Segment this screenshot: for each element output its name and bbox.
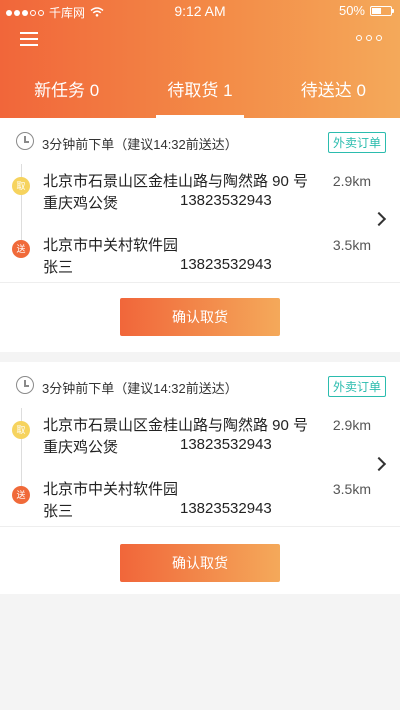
order-tabs: 新任务 0 待取货 1 待送达 0: [0, 76, 400, 118]
pickup-phone[interactable]: 13823532943: [180, 192, 272, 209]
battery-percent: 50%: [338, 3, 365, 18]
dropoff-phone[interactable]: 13823532943: [180, 500, 272, 517]
clock-icon: [16, 132, 34, 150]
dropoff-address: 北京市中关村软件园: [43, 481, 179, 498]
order-time: 3分钟前下单（建议14:32前送达）: [42, 137, 238, 152]
clock-icon: [16, 376, 34, 394]
dropoff-distance: 3.5km: [332, 237, 371, 253]
pickup-badge: 取: [12, 421, 30, 439]
dropoff-badge: 送: [12, 240, 30, 258]
dropoff-distance: 3.5km: [332, 481, 371, 497]
order-card: 3分钟前下单（建议14:32前送达） 外卖订单 取 北京市石景山区金桂山路与陶然…: [0, 118, 400, 352]
status-bar: 千库网 9:12 AM 50%: [0, 0, 400, 22]
chevron-right-icon[interactable]: [371, 211, 387, 227]
pickup-address: 北京市石景山区金桂山路与陶然路 90 号: [43, 173, 309, 190]
menu-icon[interactable]: [20, 32, 38, 46]
more-icon[interactable]: [356, 35, 382, 41]
dropoff-phone[interactable]: 13823532943: [180, 256, 272, 273]
divider: [0, 282, 400, 283]
order-time: 3分钟前下单（建议14:32前送达）: [42, 381, 238, 396]
order-type-tag: 外卖订单: [327, 132, 386, 153]
confirm-pickup-button[interactable]: 确认取货: [120, 298, 280, 336]
pickup-address: 北京市石景山区金桂山路与陶然路 90 号: [43, 417, 309, 434]
dropoff-address: 北京市中关村软件园: [43, 237, 179, 254]
dropoff-recipient-name: 张三: [43, 259, 74, 276]
pickup-phone[interactable]: 13823532943: [180, 436, 272, 453]
tab-awaiting-delivery[interactable]: 待送达 0: [267, 76, 400, 118]
pickup-distance: 2.9km: [332, 173, 371, 189]
pickup-badge: 取: [12, 177, 30, 195]
order-type-tag: 外卖订单: [327, 376, 386, 397]
confirm-pickup-button[interactable]: 确认取货: [120, 544, 280, 582]
tab-awaiting-pickup[interactable]: 待取货 1: [133, 76, 266, 118]
order-card: 3分钟前下单（建议14:32前送达） 外卖订单 取 北京市石景山区金桂山路与陶然…: [0, 362, 400, 594]
pickup-distance: 2.9km: [332, 417, 371, 433]
dropoff-badge: 送: [12, 486, 30, 504]
pickup-shop-name: 重庆鸡公煲: [43, 195, 119, 212]
pickup-shop-name: 重庆鸡公煲: [43, 439, 119, 456]
chevron-right-icon[interactable]: [371, 456, 387, 472]
tab-new-tasks[interactable]: 新任务 0: [0, 76, 133, 118]
divider: [0, 526, 400, 527]
battery-icon: [370, 5, 394, 16]
app-header: 千库网 9:12 AM 50% 新任务 0 待取货 1 待送达 0: [0, 0, 400, 118]
dropoff-recipient-name: 张三: [43, 503, 74, 520]
